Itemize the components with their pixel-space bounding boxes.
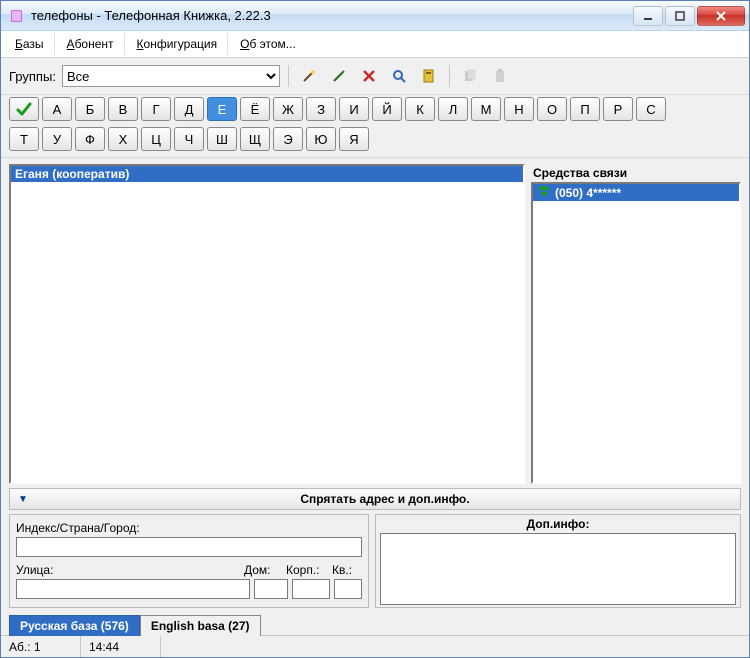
street-label: Улица: xyxy=(16,563,240,577)
menu-about[interactable]: Об этом... xyxy=(230,33,306,55)
window-title: телефоны - Телефонная Книжка, 2.22.3 xyxy=(31,8,633,23)
tab-english-db[interactable]: English basa (27) xyxy=(140,615,261,636)
alpha-letter-button[interactable]: А xyxy=(42,97,72,121)
groups-label: Группы: xyxy=(9,69,56,84)
comm-list[interactable]: (050) 4****** xyxy=(531,182,741,484)
menu-config-label: онфигурация xyxy=(144,37,218,51)
extra-info-header: Доп.инфо: xyxy=(380,517,736,531)
groups-select[interactable]: Все xyxy=(62,65,280,87)
alpha-letter-button[interactable]: Ц xyxy=(141,127,171,151)
tool-wand-icon[interactable] xyxy=(297,64,321,88)
tab-russian-db[interactable]: Русская база (576) xyxy=(9,615,140,636)
contacts-list[interactable]: Еганя (кооператив) xyxy=(9,164,525,484)
db-tabs: Русская база (576) English basa (27) xyxy=(1,612,749,635)
alphabet-bar: АБВГДЕЁЖЗИЙКЛМНОПРС ТУФХЦЧШЩЭЮЯ xyxy=(1,95,749,158)
alpha-letter-button[interactable]: И xyxy=(339,97,369,121)
alpha-letter-button[interactable]: Ж xyxy=(273,97,303,121)
comm-header: Средства связи xyxy=(531,164,741,182)
korp-label: Корп.: xyxy=(286,563,328,577)
alpha-letter-button[interactable]: Й xyxy=(372,97,402,121)
alpha-letter-button[interactable]: Ф xyxy=(75,127,105,151)
alpha-letter-button[interactable]: В xyxy=(108,97,138,121)
chevron-down-icon: ▼ xyxy=(18,494,28,505)
alpha-letter-button[interactable]: Д xyxy=(174,97,204,121)
phone-icon xyxy=(537,185,551,200)
alpha-letter-button[interactable]: Б xyxy=(75,97,105,121)
separator xyxy=(449,65,450,87)
status-ab: Аб.: 1 xyxy=(1,636,81,657)
kv-input[interactable] xyxy=(334,579,362,599)
collapse-label: Спрятать адрес и доп.инфо. xyxy=(38,492,732,506)
tool-paste-icon xyxy=(488,64,512,88)
tool-delete-icon[interactable] xyxy=(357,64,381,88)
comm-phone: (050) 4****** xyxy=(555,186,621,200)
status-time: 14:44 xyxy=(81,636,161,657)
alpha-letter-button[interactable]: С xyxy=(636,97,666,121)
contact-row-selected[interactable]: Еганя (кооператив) xyxy=(11,166,523,182)
alpha-letter-button[interactable]: Ш xyxy=(207,127,237,151)
tool-book-icon[interactable] xyxy=(417,64,441,88)
alpha-letter-button[interactable]: Ю xyxy=(306,127,336,151)
alpha-letter-button[interactable]: Щ xyxy=(240,127,270,151)
menu-about-label: б этом... xyxy=(249,37,295,51)
menu-bases-label: азы xyxy=(23,37,44,51)
alpha-letter-button[interactable]: Л xyxy=(438,97,468,121)
maximize-button[interactable] xyxy=(665,6,695,26)
alpha-letter-button[interactable]: О xyxy=(537,97,567,121)
app-icon xyxy=(9,8,25,24)
alpha-letter-button[interactable]: Е xyxy=(207,97,237,121)
menu-bases[interactable]: Базы xyxy=(5,33,55,55)
address-panel: Индекс/Страна/Город: Улица: Дом: Корп.: … xyxy=(9,514,369,608)
alpha-letter-button[interactable]: П xyxy=(570,97,600,121)
house-label: Дом: xyxy=(244,563,282,577)
extra-info-area[interactable] xyxy=(380,533,736,605)
alpha-letter-button[interactable]: Э xyxy=(273,127,303,151)
alpha-letter-button[interactable]: У xyxy=(42,127,72,151)
alpha-letter-button[interactable]: Р xyxy=(603,97,633,121)
tool-copy-icon xyxy=(458,64,482,88)
index-input[interactable] xyxy=(16,537,362,557)
titlebar: телефоны - Телефонная Книжка, 2.22.3 xyxy=(1,1,749,31)
tool-search-icon[interactable] xyxy=(387,64,411,88)
menu-abonent[interactable]: Абонент xyxy=(57,33,125,55)
menu-config[interactable]: Конфигурация xyxy=(127,33,229,55)
comm-row[interactable]: (050) 4****** xyxy=(533,184,739,201)
menu-abonent-label: бонент xyxy=(75,37,114,51)
extra-info-panel: Доп.инфо: xyxy=(375,514,741,608)
separator xyxy=(288,65,289,87)
alpha-letter-button[interactable]: Т xyxy=(9,127,39,151)
korp-input[interactable] xyxy=(292,579,330,599)
statusbar: Аб.: 1 14:44 xyxy=(1,635,749,657)
menubar: Базы Абонент Конфигурация Об этом... xyxy=(1,31,749,58)
status-spacer xyxy=(161,636,749,657)
house-input[interactable] xyxy=(254,579,288,599)
toolbar: Группы: Все xyxy=(1,58,749,95)
alpha-letter-button[interactable]: З xyxy=(306,97,336,121)
alpha-letter-button[interactable]: Г xyxy=(141,97,171,121)
alpha-letter-button[interactable]: К xyxy=(405,97,435,121)
kv-label: Кв.: xyxy=(332,563,362,577)
alpha-letter-button[interactable]: Н xyxy=(504,97,534,121)
collapse-bar[interactable]: ▼ Спрятать адрес и доп.инфо. xyxy=(9,488,741,510)
alpha-letter-button[interactable]: М xyxy=(471,97,501,121)
minimize-button[interactable] xyxy=(633,6,663,26)
index-label: Индекс/Страна/Город: xyxy=(16,521,140,535)
alpha-letter-button[interactable]: Ё xyxy=(240,97,270,121)
tool-edit-icon[interactable] xyxy=(327,64,351,88)
alpha-letter-button[interactable]: Я xyxy=(339,127,369,151)
street-input[interactable] xyxy=(16,579,250,599)
alpha-letter-button[interactable]: Х xyxy=(108,127,138,151)
close-button[interactable] xyxy=(697,6,745,26)
alpha-letter-button[interactable]: Ч xyxy=(174,127,204,151)
alpha-all-button[interactable] xyxy=(9,97,39,121)
